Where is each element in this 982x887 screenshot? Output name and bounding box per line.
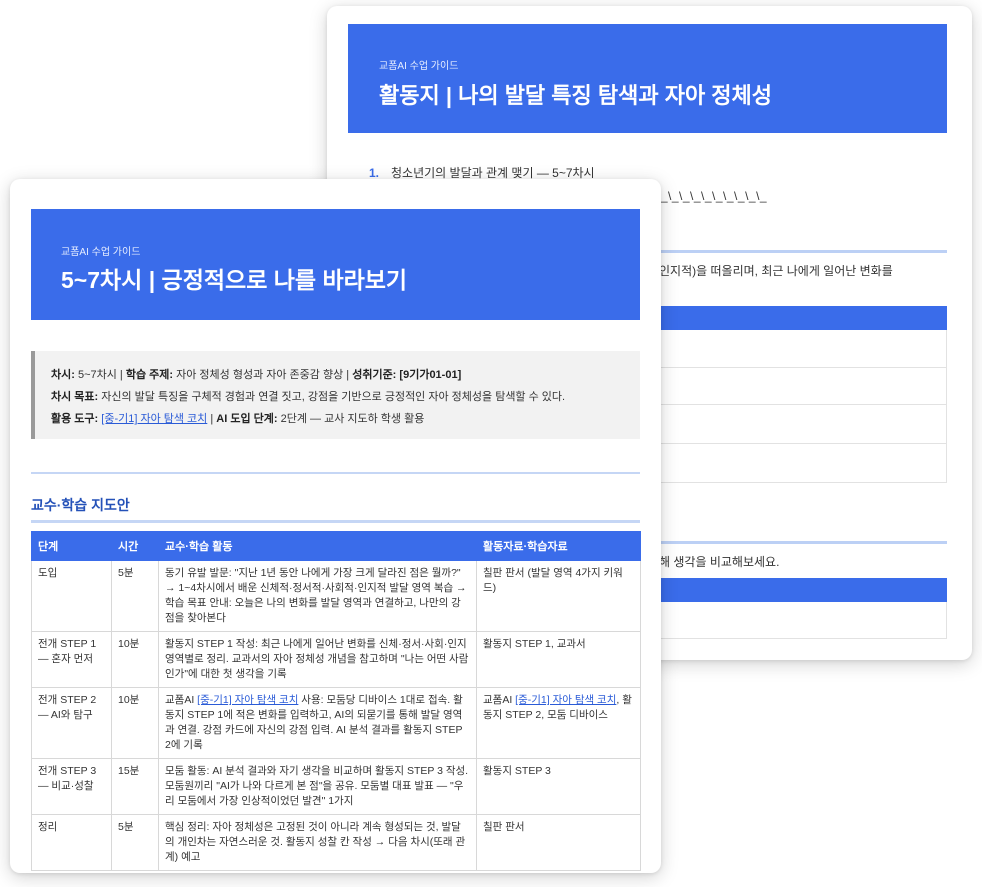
info-line-2: 차시 목표: 자신의 발달 특징을 구체적 경험과 연결 짓고, 강점을 기반으… — [51, 386, 640, 408]
back-kicker: 교폼AI 수업 가이드 — [379, 61, 459, 72]
cell-activity: 동기 유발 발문: "지난 1년 동안 나에게 가장 크게 달라진 점은 뭘까?… — [158, 560, 477, 632]
table-row: 전개 STEP 1 — 혼자 먼저 10분 활동지 STEP 1 작성: 최근 … — [31, 631, 641, 688]
table-header-row: 단계 시간 교수·학습 활동 활동자료·학습자료 — [31, 531, 641, 561]
cell-activity: 핵심 정리: 자아 정체성은 고정된 것이 아니라 계속 형성되는 것, 발달의… — [158, 814, 477, 871]
cell-stage: 전개 STEP 1 — 혼자 먼저 — [31, 631, 112, 688]
cell-stage: 전개 STEP 2 — AI와 탐구 — [31, 687, 112, 759]
header-materials: 활동자료·학습자료 — [476, 531, 641, 561]
back-table-header — [657, 578, 947, 602]
standard-value: [9기가01-01] — [399, 369, 462, 381]
back-table-row — [657, 404, 947, 444]
section-divider-bottom — [31, 520, 640, 523]
cell-stage: 도입 — [31, 560, 112, 632]
ai-stage-value: 2단계 — 교사 지도하 학생 활용 — [280, 413, 425, 425]
back-divider — [657, 541, 947, 544]
back-table-row — [657, 367, 947, 405]
cell-activity: 활동지 STEP 1 작성: 최근 나에게 일어난 변화를 신체·정서·사회·인… — [158, 631, 477, 688]
cell-time: 5분 — [111, 814, 159, 871]
back-table-row — [657, 330, 947, 368]
session-label: 차시: — [51, 369, 75, 381]
cell-materials: 칠판 판서 (발달 영역 4가지 키워드) — [476, 560, 641, 632]
back-header-banner: 교폼AI 수업 가이드 활동지 | 나의 발달 특징 탐색과 자아 정체성 — [348, 24, 947, 133]
cell-materials: 교폼AI [중-기1] 자아 탐색 코치, 활동지 STEP 2, 모둠 디바이… — [476, 687, 641, 759]
cell-materials: 활동지 STEP 1, 교과서 — [476, 631, 641, 688]
header-activity: 교수·학습 활동 — [158, 531, 477, 561]
session-value: 5~7차시 — [77, 369, 117, 381]
section-title: 교수·학습 지도안 — [31, 497, 130, 513]
cell-activity: 모둠 활동: AI 분석 결과와 자기 생각을 비교하며 활동지 STEP 3 … — [158, 758, 477, 815]
cell-stage: 정리 — [31, 814, 112, 871]
tool-link[interactable]: [중-기1] 자아 탐색 코치 — [515, 694, 616, 706]
table-row: 정리 5분 핵심 정리: 자아 정체성은 고정된 것이 아니라 계속 형성되는 … — [31, 814, 641, 871]
cell-time: 10분 — [111, 687, 159, 759]
goal-value: 자신의 발달 특징을 구체적 경험과 연결 짓고, 강점을 기반으로 긍정적인 … — [101, 391, 566, 403]
topic-value: 자아 정체성 형성과 자아 존중감 향상 — [176, 369, 344, 381]
cell-materials: 활동지 STEP 3 — [476, 758, 641, 815]
activity-text-pre: 교폼AI — [165, 694, 198, 706]
header-time: 시간 — [111, 531, 159, 561]
tool-label: 활용 도구: — [51, 413, 99, 425]
section-divider-top — [31, 472, 640, 474]
info-line-3: 활용 도구: [중-기1] 자아 탐색 코치 | AI 도입 단계: 2단계 —… — [51, 413, 425, 425]
cell-time: 10분 — [111, 631, 159, 688]
front-kicker: 교폼AI 수업 가이드 — [61, 247, 141, 258]
back-table-row — [657, 602, 947, 639]
front-document-card: 교폼AI 수업 가이드 5~7차시 | 긍정적으로 나를 바라보기 차시: 5~… — [10, 179, 661, 873]
cell-time: 15분 — [111, 758, 159, 815]
back-fill-line: \_\_\_\_\_\_\_\_\_\_ — [657, 189, 768, 203]
tool-link[interactable]: [중-기1] 자아 탐색 코치 — [197, 694, 298, 706]
cell-stage: 전개 STEP 3 — 비교·성찰 — [31, 758, 112, 815]
info-line-1: 차시: 5~7차시 | 학습 주제: 자아 정체성 형성과 자아 존중감 향상 … — [51, 369, 462, 381]
back-partial-text-2: 해 생각을 비교해보세요. — [659, 555, 780, 569]
back-table-header — [657, 306, 947, 330]
front-header-banner: 교폼AI 수업 가이드 5~7차시 | 긍정적으로 나를 바라보기 — [31, 209, 640, 320]
lesson-plan-table: 단계 시간 교수·학습 활동 활동자료·학습자료 도입 5분 동기 유발 발문:… — [31, 531, 641, 871]
table-row: 전개 STEP 2 — AI와 탐구 10분 교폼AI [중-기1] 자아 탐색… — [31, 687, 641, 759]
cell-materials: 칠판 판서 — [476, 814, 641, 871]
materials-text-pre: 교폼AI — [483, 694, 516, 706]
table-row: 도입 5분 동기 유발 발문: "지난 1년 동안 나에게 가장 크게 달라진 … — [31, 560, 641, 632]
header-stage: 단계 — [31, 531, 112, 561]
standard-label: 성취기준: — [352, 369, 397, 381]
tool-link[interactable]: [중-기1] 자아 탐색 코치 — [101, 413, 207, 425]
goal-label: 차시 목표: — [51, 391, 99, 403]
topic-label: 학습 주제: — [125, 369, 174, 381]
front-page-title: 5~7차시 | 긍정적으로 나를 바라보기 — [61, 267, 408, 293]
table-row: 전개 STEP 3 — 비교·성찰 15분 모둠 활동: AI 분석 결과와 자… — [31, 758, 641, 815]
lesson-info-box: 차시: 5~7차시 | 학습 주제: 자아 정체성 형성과 자아 존중감 향상 … — [31, 351, 640, 439]
cell-activity: 교폼AI [중-기1] 자아 탐색 코치 사용: 모둠당 디바이스 1대로 접속… — [158, 687, 477, 759]
cell-time: 5분 — [111, 560, 159, 632]
back-list-number: 1. — [369, 166, 380, 180]
back-partial-text-1: 인지적)을 떠올리며, 최근 나에게 일어난 변화를 — [659, 264, 893, 278]
back-table-row — [657, 443, 947, 483]
back-divider — [657, 250, 947, 253]
ai-stage-label: AI 도입 단계: — [216, 413, 278, 425]
back-list-text: 청소년기의 발달과 관계 맺기 — 5~7차시 — [391, 166, 595, 180]
back-page-title: 활동지 | 나의 발달 특징 탐색과 자아 정체성 — [379, 83, 773, 108]
